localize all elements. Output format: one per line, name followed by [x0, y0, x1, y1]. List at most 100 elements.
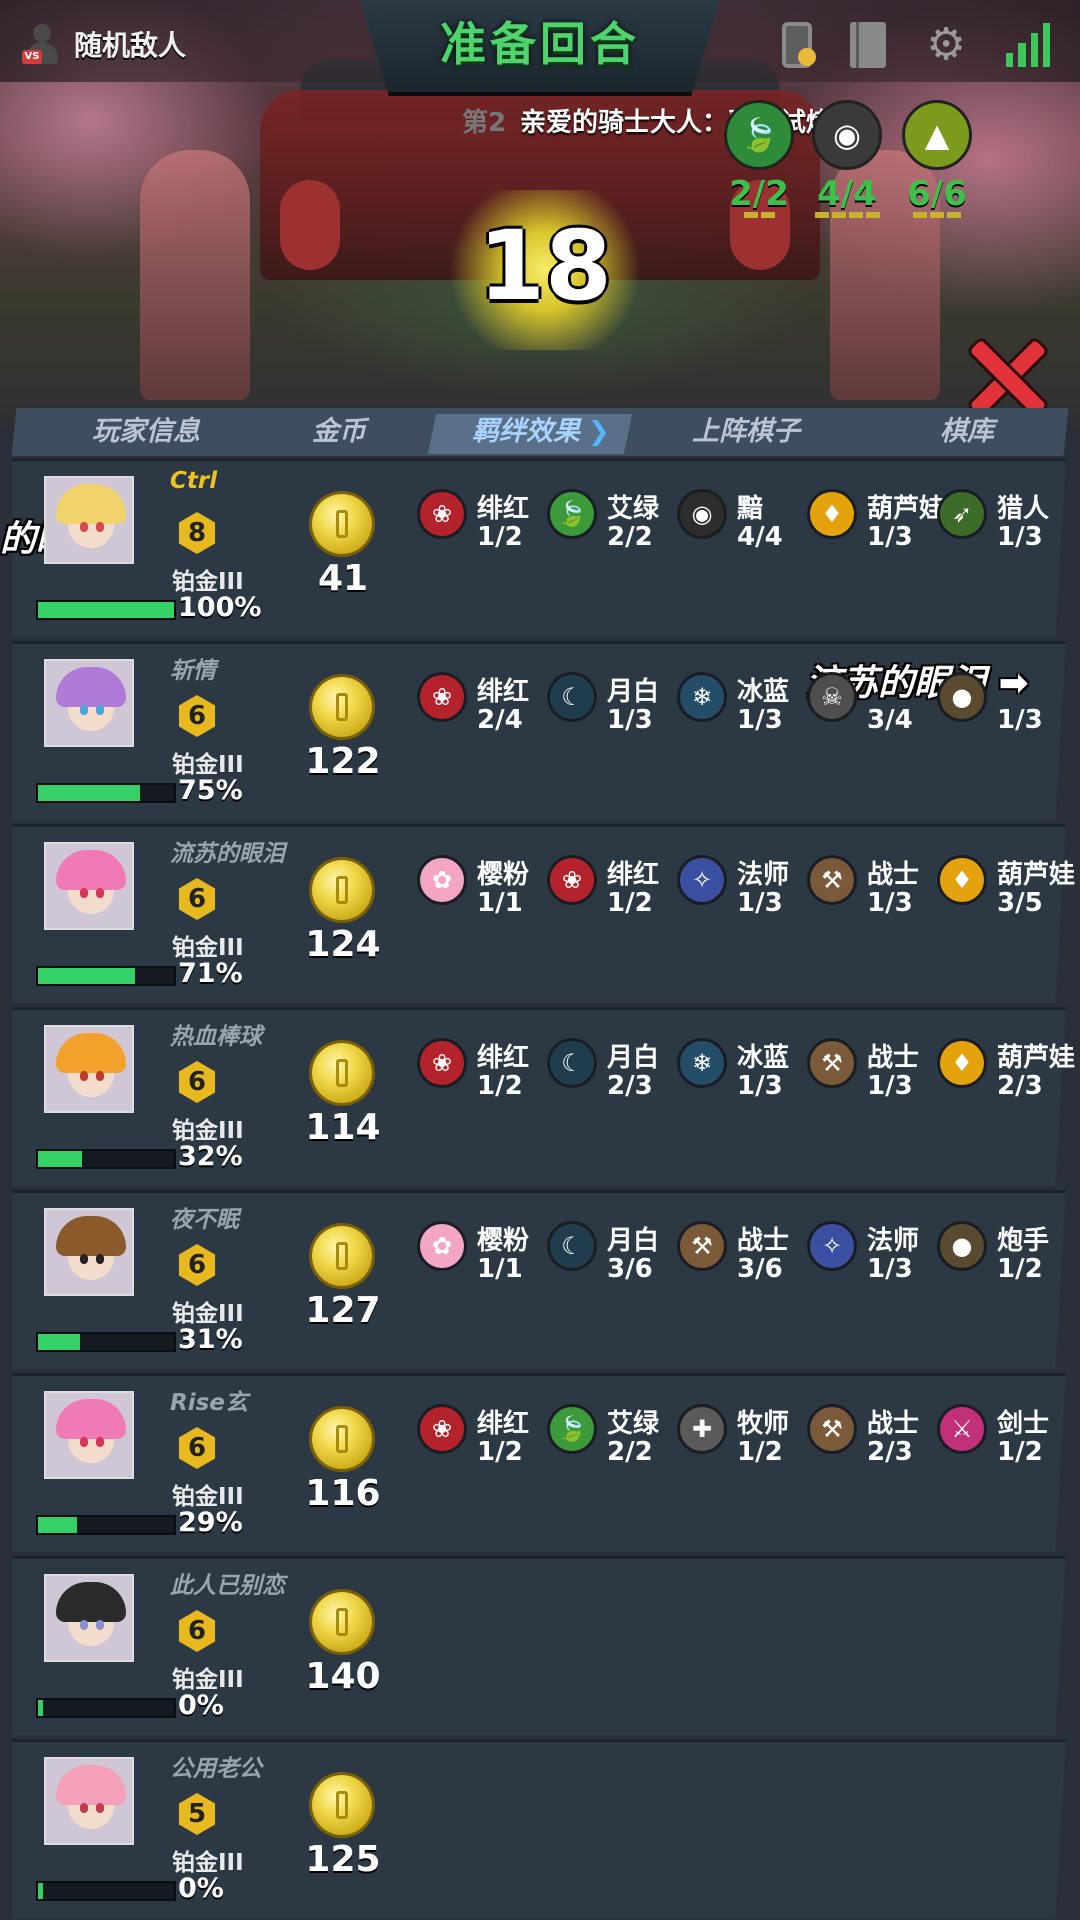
- synergy-item[interactable]: ⚒ 战士 1/3: [810, 854, 940, 924]
- top-trait-leaf[interactable]: 🍃 2/2: [724, 100, 794, 218]
- synergy-item[interactable]: ❀ 绯红 1/2: [420, 488, 550, 558]
- top-trait-hood[interactable]: ▲ 6/6: [902, 100, 972, 218]
- rank-label: 铂金III: [172, 935, 244, 961]
- bow-icon: ➶: [940, 492, 984, 536]
- hp-percent: 31%: [178, 1324, 243, 1355]
- synergy-count: 3/4: [867, 705, 913, 735]
- synergy-item[interactable]: ☾ 月白 1/3: [550, 671, 680, 741]
- player-avatar[interactable]: [44, 1757, 134, 1845]
- synergy-item[interactable]: ● 1/3: [940, 671, 1070, 741]
- player-avatar[interactable]: [44, 1391, 134, 1479]
- synergy-count: 1/3: [997, 705, 1043, 735]
- synergy-item[interactable]: ✧ 法师 1/3: [680, 854, 810, 924]
- synergy-item[interactable]: ❀ 绯红 2/4: [420, 671, 550, 741]
- gold-amount: 127: [305, 1290, 381, 1331]
- player-avatar[interactable]: [44, 1574, 134, 1662]
- synergy-item[interactable]: ❄ 冰蓝 1/3: [680, 1037, 810, 1107]
- synergy-name: 樱粉: [477, 1226, 530, 1256]
- synergy-item[interactable]: ❀ 绯红 1/2: [550, 854, 680, 924]
- tab-piece-library[interactable]: 棋库: [940, 408, 994, 456]
- avatar-eye: [96, 888, 104, 898]
- book-icon[interactable]: [850, 22, 886, 68]
- sword-icon: ⚔: [940, 1407, 984, 1451]
- synergy-count: 1/1: [477, 888, 523, 918]
- synergy-item[interactable]: ✿ 樱粉 1/1: [420, 1220, 550, 1290]
- rose-icon: ❀: [420, 675, 464, 719]
- gear-icon[interactable]: ⚙: [924, 23, 968, 67]
- synergy-item[interactable]: ◉ 黯 4/4: [680, 488, 810, 558]
- synergy-item[interactable]: ♦ 葫芦娃 3/5: [940, 854, 1075, 924]
- player-avatar[interactable]: [44, 476, 134, 564]
- close-icon[interactable]: [966, 336, 1046, 416]
- mage-icon: ✧: [810, 1224, 854, 1268]
- synergy-name: 法师: [867, 1226, 920, 1256]
- synergy-item[interactable]: ❄ 冰蓝 1/3: [680, 671, 810, 741]
- avatar-eye: [96, 1071, 104, 1081]
- player-avatar[interactable]: [44, 1025, 134, 1113]
- synergy-item[interactable]: ❀ 绯红 1/2: [420, 1403, 550, 1473]
- player-name: 热血棒球: [170, 1024, 262, 1050]
- synergy-count: 1/3: [867, 522, 913, 552]
- rank-label: 铂金III: [172, 1301, 244, 1327]
- tab-player-info[interactable]: 玩家信息: [92, 408, 200, 456]
- synergy-item[interactable]: ⚔ 剑士 1/2: [940, 1403, 1070, 1473]
- phone-switch-icon[interactable]: [782, 22, 816, 68]
- chevron-right-icon: ❯: [588, 417, 610, 447]
- synergy-item[interactable]: ⚒ 战士 1/3: [810, 1037, 940, 1107]
- moon-icon: ☾: [550, 1224, 594, 1268]
- synergy-item[interactable]: ● 炮手 1/2: [940, 1220, 1070, 1290]
- synergy-count: 3/5: [997, 888, 1043, 918]
- rose-icon: ❀: [420, 492, 464, 536]
- gold-coin-icon: [312, 494, 372, 554]
- announcement-marquee: 第2 亲爱的骑士大人：骑士试炼: [462, 100, 866, 144]
- synergy-count: 1/3: [867, 1071, 913, 1101]
- random-enemy-label: 随机敌人: [74, 29, 187, 62]
- synergy-count: 2/3: [997, 1071, 1043, 1101]
- player-avatar[interactable]: [44, 659, 134, 747]
- random-enemy-button[interactable]: VS 随机敌人: [20, 22, 186, 66]
- synergy-name: 绯红: [477, 1409, 530, 1439]
- synergy-item[interactable]: ♦ 葫芦娃 1/3: [810, 488, 945, 558]
- player-avatar[interactable]: [44, 842, 134, 930]
- synergy-item[interactable]: ✚ 牧师 1/2: [680, 1403, 810, 1473]
- gold-coin-icon: [312, 677, 372, 737]
- synergy-name: 艾绿: [607, 1409, 660, 1439]
- synergy-count: 1/3: [737, 1071, 783, 1101]
- synergy-name: 法师: [737, 860, 790, 890]
- tab-synergy[interactable]: 羁绊效果 ❯: [472, 408, 610, 456]
- player-name: Rise玄: [170, 1390, 248, 1416]
- rank-label: 铂金III: [172, 1667, 244, 1693]
- synergy-item[interactable]: ☠ 3/4: [810, 671, 940, 741]
- hp-bar: [36, 966, 176, 986]
- synergy-item[interactable]: ✧ 法师 1/3: [810, 1220, 940, 1290]
- synergy-name: 战士: [737, 1226, 790, 1256]
- tab-gold[interactable]: 金币: [312, 408, 366, 456]
- synergy-item[interactable]: 🍃 艾绿 2/2: [550, 488, 680, 558]
- synergy-item[interactable]: 🍃 艾绿 2/2: [550, 1403, 680, 1473]
- synergy-item[interactable]: ⚒ 战士 3/6: [680, 1220, 810, 1290]
- round-label: 第2: [462, 108, 507, 138]
- synergy-item[interactable]: ☾ 月白 2/3: [550, 1037, 680, 1107]
- player-name: Ctrl: [170, 468, 218, 494]
- synergy-name: 月白: [607, 1043, 660, 1073]
- rose-icon: ❀: [420, 1407, 464, 1451]
- synergy-item[interactable]: ☾ 月白 3/6: [550, 1220, 680, 1290]
- hp-bar-fill: [38, 1334, 81, 1350]
- synergy-item[interactable]: ✿ 樱粉 1/1: [420, 854, 550, 924]
- synergy-count: 1/3: [867, 888, 913, 918]
- synergy-item[interactable]: ♦ 葫芦娃 2/3: [940, 1037, 1075, 1107]
- gold-coin-icon: [312, 1775, 372, 1835]
- synergy-name: 炮手: [997, 1226, 1050, 1256]
- player-name: 此人已别恋: [170, 1573, 285, 1599]
- synergy-item[interactable]: ⚒ 战士 2/3: [810, 1403, 940, 1473]
- synergy-item[interactable]: ❀ 绯红 1/2: [420, 1037, 550, 1107]
- top-trait-eye[interactable]: ◉ 4/4: [812, 100, 882, 218]
- hp-bar: [36, 1332, 176, 1352]
- tab-deployed-pieces[interactable]: 上阵棋子: [692, 408, 800, 456]
- synergy-count: 2/2: [607, 1437, 653, 1467]
- gold-amount: 125: [305, 1839, 381, 1880]
- player-avatar[interactable]: [44, 1208, 134, 1296]
- synergy-item[interactable]: ➶ 猎人 1/3: [940, 488, 1070, 558]
- gold-amount: 140: [305, 1656, 381, 1697]
- synergy-name: 剑士: [997, 1409, 1050, 1439]
